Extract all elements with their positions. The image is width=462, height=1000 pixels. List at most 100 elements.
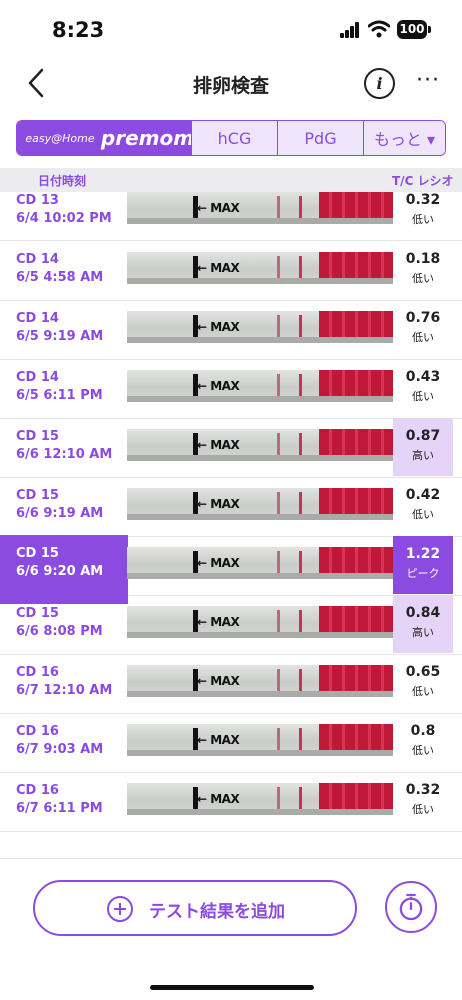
test-datetime: CD 14 6/5 9:19 AM [16,310,103,346]
tc-ratio-status: 低い [412,744,434,757]
test-strip-photo: ← MAX [127,488,393,520]
control-line [299,787,302,811]
test-datetime: CD 16 6/7 12:10 AM [16,664,112,700]
strip-max-marker: ← MAX [197,556,240,570]
test-datetime: CD 15 6/6 8:08 PM [16,605,103,641]
strip-max-marker: ← MAX [197,615,240,629]
lh-label-band [319,783,393,809]
test-time: 6/6 9:19 AM [16,506,104,521]
test-time: 6/5 9:19 AM [16,329,104,344]
wifi-icon [368,20,390,38]
test-datetime: CD 15 6/6 12:10 AM [16,428,112,464]
test-row[interactable]: CD 15 6/6 9:19 AM ← MAX 0.42 低い [0,477,462,537]
cycle-day: CD 16 [16,783,59,798]
strip-shadow [127,396,393,402]
test-strip-photo: ← MAX [127,547,393,579]
cycle-day: CD 16 [16,724,59,739]
tc-ratio-cell: 1.22 ピーク [393,536,453,594]
battery-icon: 100 [397,20,431,39]
home-indicator[interactable] [150,985,314,990]
test-strip-photo: ← MAX [127,252,393,284]
test-line [277,315,280,339]
test-line [277,374,280,398]
tc-ratio-cell: 0.43 低い [393,359,453,417]
tab-more-dropdown[interactable]: もっと ▾ [363,121,445,155]
strip-shadow [127,691,393,697]
test-row[interactable]: CD 16 6/7 12:10 AM ← MAX 0.65 低い [0,654,462,714]
tc-ratio-value: 0.42 [405,487,441,503]
test-row[interactable]: CD 13 6/4 10:02 PM ← MAX 0.32 低い [0,192,462,241]
control-line [299,669,302,693]
test-row[interactable]: CD 15 6/6 12:10 AM ← MAX 0.87 高い [0,418,462,478]
test-datetime: CD 14 6/5 6:11 PM [16,369,103,405]
plus-circle-icon [107,896,133,922]
strip-max-marker: ← MAX [197,497,240,511]
tc-ratio-value: 0.84 [405,605,441,621]
tc-ratio-value: 0.65 [405,664,441,680]
test-line [277,196,280,220]
test-row[interactable]: CD 15 6/6 8:08 PM ← MAX 0.84 高い [0,595,462,655]
test-line [277,787,280,811]
test-datetime: CD 16 6/7 6:11 PM [16,782,103,818]
tc-ratio-status: 低い [412,685,434,698]
column-header: 日付時刻 T/C レシオ [0,168,462,192]
test-line [277,551,280,575]
tc-ratio-value: 0.43 [405,369,441,385]
control-line [299,196,302,220]
test-row[interactable]: CD 15 6/6 9:20 AM ← MAX 1.22 ピーク [0,535,462,604]
tab-pdg[interactable]: PdG [277,121,363,155]
tc-ratio-value: 0.32 [405,192,441,208]
test-datetime: CD 15 6/6 9:19 AM [16,487,103,523]
cycle-day: CD 16 [16,665,59,680]
test-strip-photo: ← MAX [127,311,393,343]
timer-icon[interactable] [385,881,437,933]
test-row[interactable]: CD 16 6/7 9:03 AM ← MAX 0.8 低い [0,713,462,773]
tc-ratio-status: 低い [412,803,434,816]
tc-ratio-value: 1.22 [405,546,441,562]
test-time: 6/6 8:08 PM [16,624,103,639]
control-line [299,315,302,339]
strip-max-marker: ← MAX [197,733,240,747]
strip-shadow [127,573,393,579]
test-row[interactable]: CD 14 6/5 9:19 AM ← MAX 0.76 低い [0,300,462,360]
test-row[interactable]: CD 16 6/7 6:11 PM ← MAX 0.32 低い [0,772,462,832]
lh-label-band [319,429,393,455]
strip-max-marker: ← MAX [197,261,240,275]
nav-bar: 排卵検査 i ··· [0,60,462,108]
tab-premom[interactable]: premom [101,121,194,155]
test-row[interactable]: CD 14 6/5 4:58 AM ← MAX 0.18 低い [0,241,462,301]
test-strip-photo: ← MAX [127,783,393,815]
tc-ratio-cell: 0.84 高い [393,595,453,653]
control-line [299,610,302,634]
tc-ratio-cell: 0.76 低い [393,300,453,358]
test-line [277,728,280,752]
add-test-result-button[interactable]: テスト結果を追加 [33,880,357,936]
strip-shadow [127,809,393,815]
cycle-day: CD 15 [16,546,59,561]
strip-shadow [127,337,393,343]
status-bar: 8:23 100 [0,0,462,60]
lh-label-band [319,724,393,750]
tab-hcg[interactable]: hCG [191,121,277,155]
cycle-day: CD 14 [16,311,59,326]
test-strip-photo: ← MAX [127,724,393,756]
tc-ratio-status: 低い [412,331,434,344]
cycle-day: CD 14 [16,252,59,267]
divider [0,858,462,859]
strip-shadow [127,750,393,756]
tab-easy-at-home[interactable]: easy@Home [17,121,103,155]
test-row[interactable]: CD 14 6/5 6:11 PM ← MAX 0.43 低い [0,359,462,419]
control-line [299,551,302,575]
strip-shadow [127,455,393,461]
strip-max-marker: ← MAX [197,201,240,215]
test-line [277,256,280,280]
test-strip-photo: ← MAX [127,665,393,697]
test-time: 6/6 12:10 AM [16,447,113,462]
info-icon[interactable]: i [364,68,395,99]
test-strip-photo: ← MAX [127,606,393,638]
strip-shadow [127,632,393,638]
test-line [277,669,280,693]
lh-label-band [319,606,393,632]
more-options-icon[interactable]: ··· [416,68,440,93]
control-line [299,256,302,280]
